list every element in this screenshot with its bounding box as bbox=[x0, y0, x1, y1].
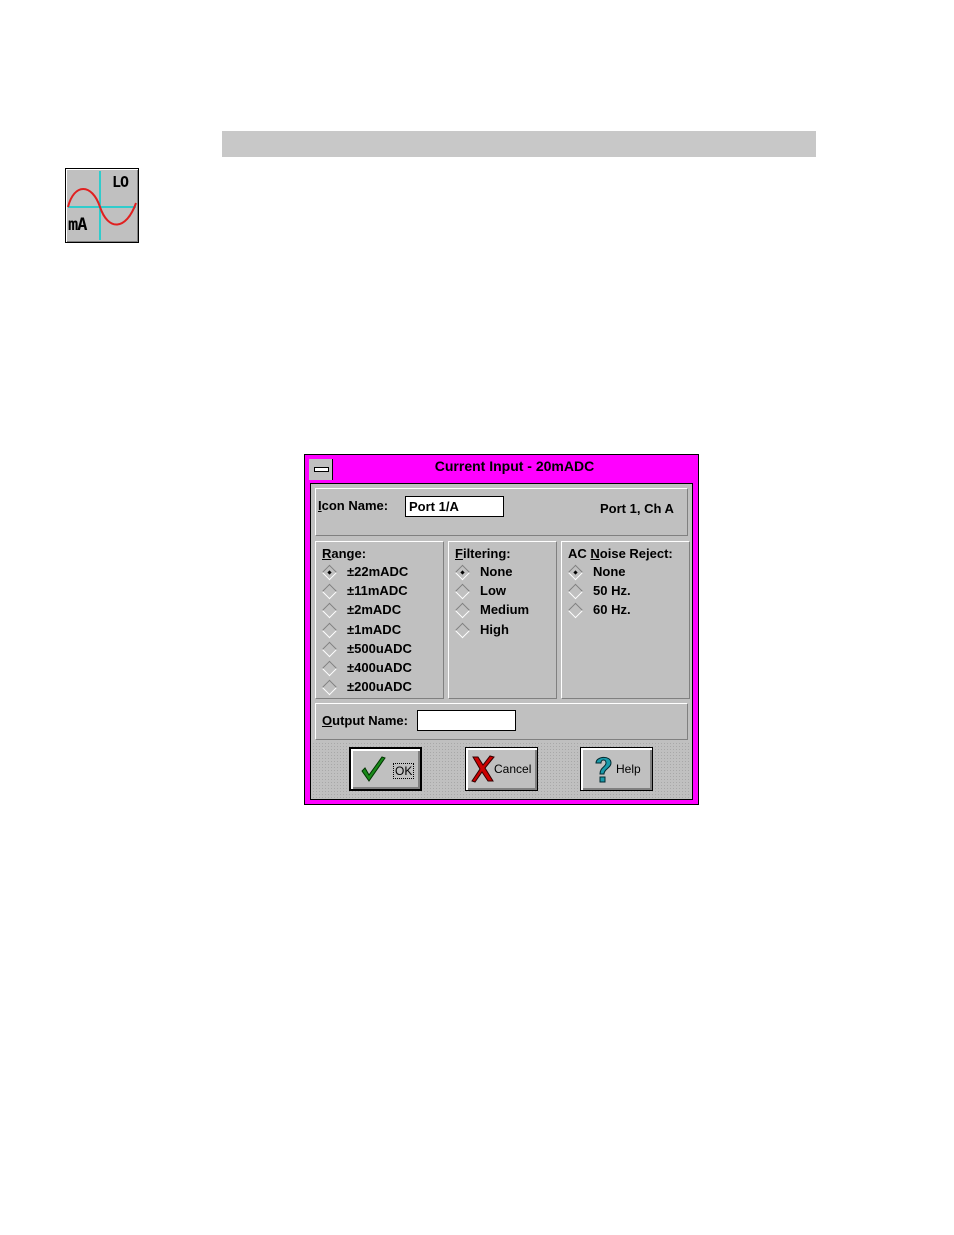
range-option[interactable]: ±1mADC bbox=[321, 621, 442, 641]
range-option[interactable]: ±200uADC bbox=[321, 679, 442, 698]
icon-lo-label: LO bbox=[112, 173, 129, 191]
current-input-dialog: Current Input - 20mADC Icon Name: Port 1… bbox=[304, 454, 699, 805]
radio-button[interactable] bbox=[454, 603, 471, 619]
radio-button[interactable] bbox=[454, 622, 471, 638]
range-group: Range: ±22mADC ±11mADC ±2mADC ±1mADC ±500uAD… bbox=[315, 541, 444, 699]
help-label: Help bbox=[616, 762, 641, 776]
radio-button[interactable] bbox=[321, 622, 338, 638]
filtering-title: Filtering: bbox=[455, 546, 511, 561]
radio-button[interactable] bbox=[567, 603, 584, 619]
radio-button[interactable] bbox=[321, 583, 338, 600]
title-bar[interactable]: Current Input - 20mADC bbox=[308, 458, 695, 481]
filtering-option[interactable]: Medium bbox=[454, 602, 575, 621]
range-option[interactable]: ±22mADC bbox=[321, 564, 442, 583]
radio-button[interactable] bbox=[567, 564, 584, 581]
radio-button[interactable] bbox=[321, 660, 338, 677]
filtering-option[interactable]: High bbox=[454, 621, 575, 641]
port-info: Port 1, Ch A bbox=[600, 501, 674, 516]
range-option-label: ±22mADC bbox=[347, 564, 409, 579]
output-name-label: Output Name: bbox=[322, 713, 408, 728]
noise-reject-option[interactable]: 60 Hz. bbox=[567, 602, 688, 621]
button-bar: OK Cancel Help bbox=[312, 742, 691, 799]
cancel-button[interactable]: Cancel bbox=[465, 747, 538, 791]
radio-button[interactable] bbox=[321, 564, 338, 581]
radio-button[interactable] bbox=[321, 603, 338, 619]
cancel-label: Cancel bbox=[494, 762, 532, 776]
range-title: Range: bbox=[322, 546, 367, 561]
question-mark-icon bbox=[595, 756, 612, 783]
range-option[interactable]: ±2mADC bbox=[321, 602, 442, 621]
noise-reject-option-label: None bbox=[593, 564, 626, 579]
icon-name-panel: Icon Name: Port 1/A Port 1, Ch A bbox=[315, 488, 688, 536]
range-option[interactable]: ±400uADC bbox=[321, 660, 442, 679]
range-option-label: ±200uADC bbox=[347, 679, 412, 695]
help-button[interactable]: Help bbox=[580, 747, 653, 791]
noise-reject-option[interactable]: 50 Hz. bbox=[567, 583, 688, 602]
cancel-x-icon bbox=[471, 755, 495, 783]
ok-button[interactable]: OK bbox=[349, 747, 422, 791]
radio-button[interactable] bbox=[321, 641, 338, 658]
noise-reject-title: AC Noise Reject: bbox=[568, 546, 673, 561]
header-bar bbox=[222, 131, 816, 157]
dialog-client-area: Icon Name: Port 1/A Port 1, Ch A Range: … bbox=[310, 483, 693, 800]
filtering-group: Filtering: None Low Medium High bbox=[448, 541, 557, 699]
system-menu-button[interactable] bbox=[309, 459, 333, 480]
range-option-label: ±500uADC bbox=[347, 640, 412, 656]
system-menu-icon bbox=[314, 467, 329, 472]
range-option-label: ±11mADC bbox=[347, 583, 408, 599]
filtering-option-label: Medium bbox=[480, 602, 530, 618]
noise-reject-option-label: 60 Hz. bbox=[593, 602, 631, 618]
noise-reject-option-label: 50 Hz. bbox=[593, 583, 631, 599]
output-name-panel: Output Name: bbox=[315, 703, 688, 740]
range-option[interactable]: ±11mADC bbox=[321, 583, 442, 602]
range-option-label: ±1mADC bbox=[347, 621, 402, 637]
radio-button[interactable] bbox=[567, 583, 584, 600]
output-name-field[interactable] bbox=[417, 710, 516, 731]
filtering-option-label: None bbox=[480, 564, 513, 579]
checkmark-icon bbox=[361, 756, 386, 782]
range-option-label: ±2mADC bbox=[347, 602, 402, 618]
noise-reject-group: AC Noise Reject: None 50 Hz. 60 Hz. bbox=[561, 541, 690, 699]
filtering-option[interactable]: Low bbox=[454, 583, 575, 602]
range-option[interactable]: ±500uADC bbox=[321, 640, 442, 660]
ok-label: OK bbox=[393, 763, 415, 779]
radio-button[interactable] bbox=[454, 583, 471, 600]
filtering-option-label: Low bbox=[480, 583, 506, 599]
range-option-label: ±400uADC bbox=[347, 660, 412, 675]
icon-name-field[interactable]: Port 1/A bbox=[405, 496, 504, 517]
radio-button[interactable] bbox=[321, 679, 338, 696]
current-input-app-icon[interactable]: LO mA bbox=[65, 168, 139, 243]
radio-button[interactable] bbox=[454, 564, 471, 581]
filtering-option[interactable]: None bbox=[454, 564, 575, 583]
noise-reject-option[interactable]: None bbox=[567, 564, 688, 583]
icon-name-label: Icon Name: bbox=[318, 498, 389, 513]
dialog-title: Current Input - 20mADC bbox=[434, 458, 595, 474]
icon-ma-label: mA bbox=[68, 215, 88, 235]
filtering-option-label: High bbox=[480, 621, 509, 637]
